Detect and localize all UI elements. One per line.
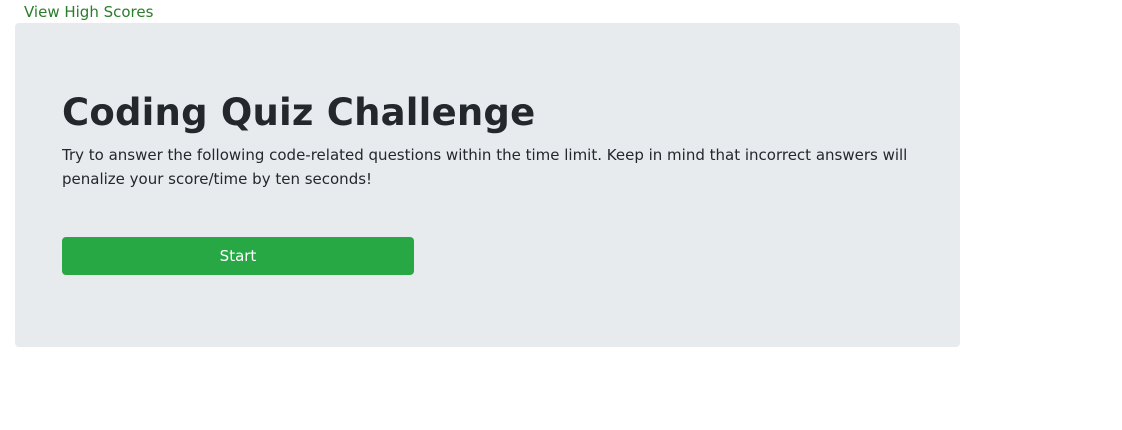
view-high-scores-link[interactable]: View High Scores	[24, 3, 153, 21]
header-bar: View High Scores	[24, 2, 153, 22]
start-button[interactable]: Start	[62, 237, 414, 275]
quiz-intro-panel: Coding Quiz Challenge Try to answer the …	[15, 23, 960, 347]
quiz-description: Try to answer the following code-related…	[62, 146, 908, 188]
page-title: Coding Quiz Challenge	[62, 91, 536, 134]
